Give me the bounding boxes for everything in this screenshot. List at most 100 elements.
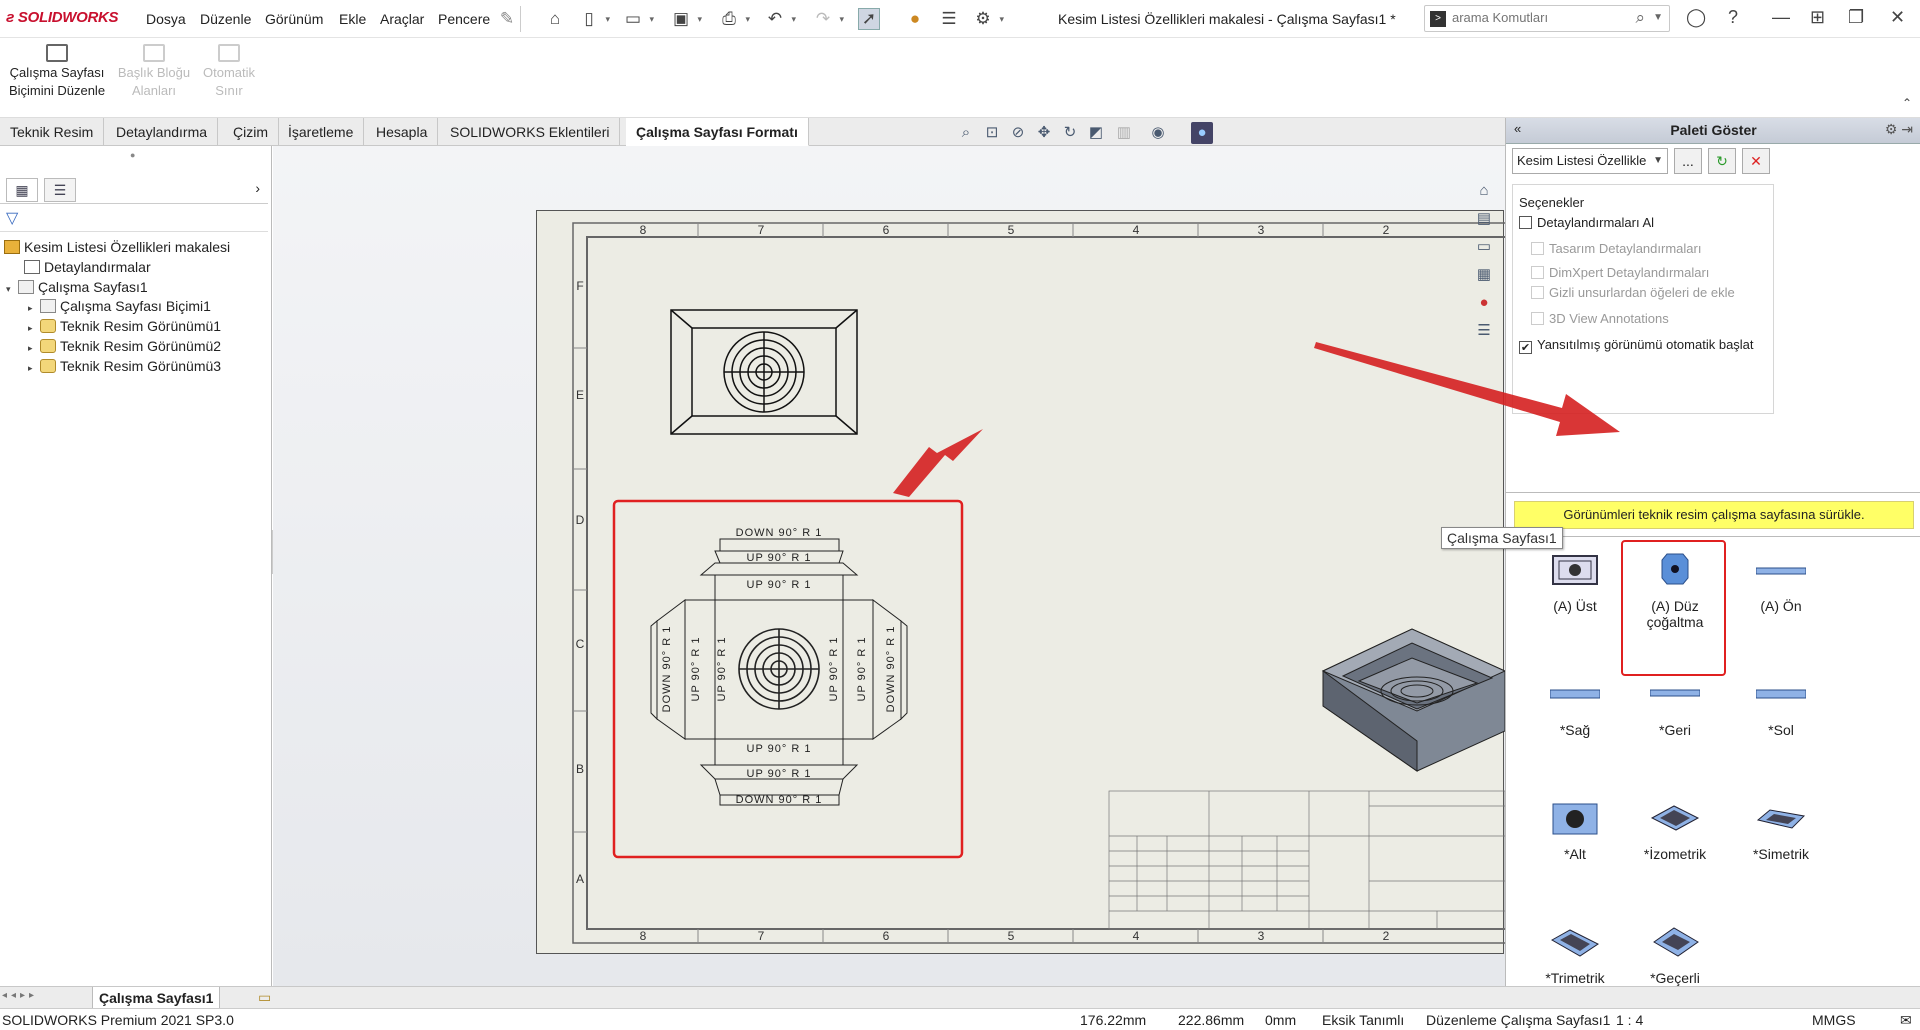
checkbox-box[interactable] xyxy=(1531,312,1544,325)
tab-calisma-sayfasi-formati[interactable]: Çalışma Sayfası Formatı xyxy=(626,118,809,146)
menu-ekle[interactable]: Ekle xyxy=(339,11,366,27)
tab-eklentiler[interactable]: SOLIDWORKS Eklentileri xyxy=(440,118,621,146)
save-icon[interactable]: ▣ xyxy=(670,8,702,30)
menu-dosya[interactable]: Dosya xyxy=(146,11,186,27)
hide-show-icon[interactable]: ◉ xyxy=(1147,122,1169,144)
hidden-features-checkbox[interactable]: Gizli unsurlardan öğeleri de ekle xyxy=(1531,285,1735,300)
home-icon[interactable]: ⌂ xyxy=(544,8,566,30)
zoom-in-out-icon[interactable]: ⊘ xyxy=(1007,122,1029,144)
expand-toggle-icon[interactable]: ▸ xyxy=(28,357,40,379)
pin-icon[interactable]: ✎ xyxy=(496,8,518,30)
zoom-to-area-icon[interactable]: ⊡ xyxy=(981,122,1003,144)
view-settings-icon[interactable]: ◩ xyxy=(1085,122,1107,144)
display-style-icon[interactable]: ▥ xyxy=(1113,122,1135,144)
auto-border-button[interactable]: Otomatik Sınır xyxy=(196,44,262,100)
checkbox-box[interactable] xyxy=(1531,242,1544,255)
appearances-icon[interactable]: ● xyxy=(1470,290,1498,316)
view-trimetric[interactable]: *Trimetrik xyxy=(1530,924,1620,986)
search-input[interactable] xyxy=(1452,10,1622,25)
expand-toggle-icon[interactable]: ▾ xyxy=(6,278,18,300)
sheet-navigation-icon[interactable]: ◂◂▸▸ xyxy=(2,990,38,1001)
import-annotations-checkbox[interactable]: Detaylandırmaları Al xyxy=(1519,215,1654,230)
close-icon[interactable]: ✕ xyxy=(1890,7,1905,28)
redo-icon[interactable]: ↷ xyxy=(812,8,844,30)
options-gear-icon[interactable]: ⚙ xyxy=(972,8,1004,30)
edit-sheet-format-button[interactable]: Çalışma Sayfası Biçimini Düzenle xyxy=(8,44,106,100)
property-manager-tab-icon[interactable]: ☰ xyxy=(44,178,76,202)
tab-detaylandirma[interactable]: Detaylandırma xyxy=(106,118,219,146)
tree-item-annotations[interactable]: Detaylandırmalar xyxy=(24,256,151,278)
drawing-sheet[interactable]: 8 7 6 5 4 3 2 8 7 6 5 4 3 2 F E D C B A xyxy=(536,210,1505,954)
tab-teknik-resim[interactable]: Teknik Resim xyxy=(0,118,105,146)
select-arrow-icon[interactable]: ➚ xyxy=(858,8,880,30)
palette-settings-icon[interactable]: ⚙ ⇥ xyxy=(1885,121,1913,138)
sheet-tab[interactable]: Çalışma Sayfası1 xyxy=(92,987,221,1009)
tree-root[interactable]: Kesim Listesi Özellikleri makalesi xyxy=(4,236,230,258)
view-back[interactable]: *Geri xyxy=(1630,676,1720,738)
print-icon[interactable]: ⎙ xyxy=(718,8,750,30)
view-palette-icon[interactable]: ▦ xyxy=(1470,262,1498,288)
user-account-icon[interactable]: ◯ xyxy=(1686,7,1706,28)
refresh-icon[interactable]: ↻ xyxy=(1708,148,1736,174)
undo-icon[interactable]: ↶ xyxy=(764,8,796,30)
view-right[interactable]: *Sağ xyxy=(1530,676,1620,738)
menu-duzenle[interactable]: Düzenle xyxy=(200,11,251,27)
chevron-down-icon[interactable]: ▼ xyxy=(1653,12,1663,23)
view-dimetric[interactable]: *Simetrik xyxy=(1736,800,1826,862)
view-left[interactable]: *Sol xyxy=(1736,676,1826,738)
menu-araclar[interactable]: Araçlar xyxy=(380,11,424,27)
clear-all-icon[interactable]: ✕ xyxy=(1742,148,1770,174)
tab-cizim[interactable]: Çizim xyxy=(223,118,279,146)
checkbox-box[interactable] xyxy=(1519,216,1532,229)
tree-item-view3[interactable]: ▸ Teknik Resim Görünümü3 xyxy=(28,355,221,377)
menu-pencere[interactable]: Pencere xyxy=(438,11,490,27)
tree-item-view1[interactable]: ▸ Teknik Resim Görünümü1 xyxy=(28,315,221,337)
new-window-icon[interactable]: ⊞ xyxy=(1810,7,1825,28)
tree-item-sheet-format[interactable]: ▸ Çalışma Sayfası Biçimi1 xyxy=(28,295,211,317)
new-document-icon[interactable]: ▯ xyxy=(578,8,610,30)
checkbox-box[interactable] xyxy=(1531,286,1544,299)
solidworks-logo[interactable]: ƨ SOLIDWORKS xyxy=(6,9,119,26)
design-annotations-checkbox[interactable]: Tasarım Detaylandırmaları xyxy=(1531,241,1701,256)
chevron-right-icon[interactable]: › xyxy=(255,180,260,196)
view-current[interactable]: *Geçerli xyxy=(1630,924,1720,986)
document-select[interactable]: Kesim Listesi Özellikle ▼ xyxy=(1512,148,1668,174)
restore-icon[interactable]: ❐ xyxy=(1848,7,1864,28)
view-top[interactable]: (A) Üst xyxy=(1530,552,1620,614)
file-properties-icon[interactable]: ☰ xyxy=(938,8,960,30)
add-sheet-icon[interactable]: ▭ xyxy=(258,989,271,1006)
view-bottom[interactable]: *Alt xyxy=(1530,800,1620,862)
zoom-to-fit-icon[interactable]: ⌕ xyxy=(955,122,977,144)
tree-item-view2[interactable]: ▸ Teknik Resim Görünümü2 xyxy=(28,335,221,357)
tab-hesapla[interactable]: Hesapla xyxy=(366,118,439,146)
solidworks-resources-icon[interactable]: ⌂ xyxy=(1470,178,1498,204)
filter-icon[interactable]: ▽ xyxy=(6,208,18,228)
minimize-icon[interactable]: — xyxy=(1772,7,1790,28)
feature-tree-tab-icon[interactable]: ▦ xyxy=(6,178,38,202)
panel-grip[interactable]: ● xyxy=(130,150,135,160)
help-icon[interactable]: ? xyxy=(1728,7,1738,28)
chat-icon[interactable]: ✉ xyxy=(1900,1012,1912,1029)
sheet-scale[interactable]: 1 : 4 xyxy=(1616,1012,1643,1028)
unit-system[interactable]: MMGS xyxy=(1812,1012,1856,1028)
collapse-ribbon-icon[interactable]: ⌃ xyxy=(1902,96,1912,110)
dimxpert-annotations-checkbox[interactable]: DimXpert Detaylandırmaları xyxy=(1531,265,1709,280)
search-box[interactable]: > ⌕ ▼ xyxy=(1424,5,1670,32)
design-library-icon[interactable]: ▤ xyxy=(1470,206,1498,232)
traffic-light-icon[interactable]: ● xyxy=(904,8,926,30)
open-folder-icon[interactable]: ▭ xyxy=(622,8,654,30)
tree-filter[interactable]: ▽ xyxy=(0,206,268,232)
appearance-icon[interactable]: ● xyxy=(1191,122,1213,144)
redraw-icon[interactable]: ↻ xyxy=(1059,122,1081,144)
tab-isaretleme[interactable]: İşaretleme xyxy=(278,118,365,146)
file-explorer-icon[interactable]: ▭ xyxy=(1470,234,1498,260)
search-icon[interactable]: ⌕ xyxy=(1635,8,1645,28)
view-isometric[interactable]: *İzometrik xyxy=(1630,800,1720,862)
menu-gorunum[interactable]: Görünüm xyxy=(265,11,323,27)
view-front[interactable]: (A) Ön xyxy=(1736,552,1826,614)
3d-view-annotations-checkbox[interactable]: 3D View Annotations xyxy=(1531,311,1669,326)
browse-button[interactable]: ... xyxy=(1674,148,1702,174)
checkbox-box[interactable] xyxy=(1531,266,1544,279)
pan-icon[interactable]: ✥ xyxy=(1033,122,1055,144)
title-block-fields-button[interactable]: Başlık Bloğu Alanları xyxy=(112,44,196,100)
